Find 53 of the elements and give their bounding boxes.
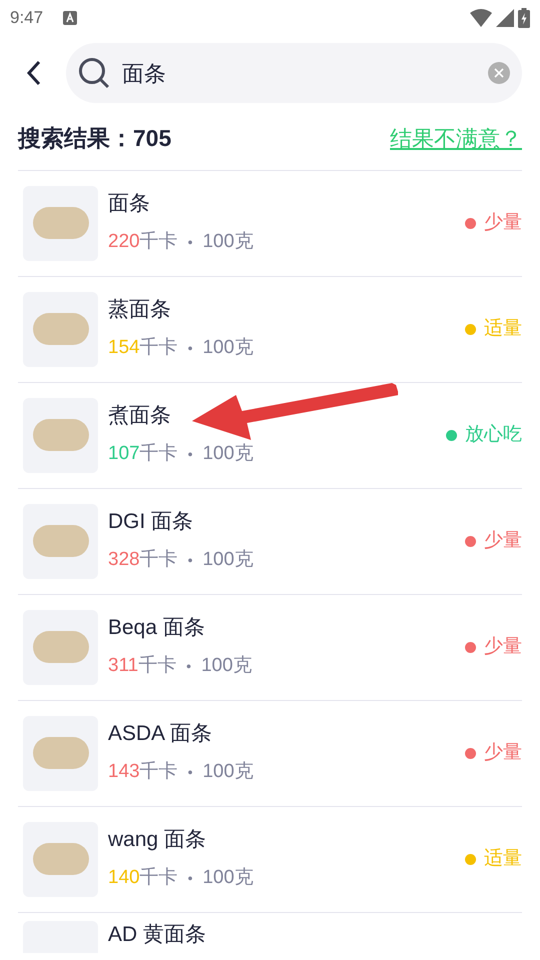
calorie-unit: 千卡 (140, 230, 178, 254)
portion-size: 100克 (202, 230, 254, 254)
calorie-value: 154 (108, 336, 140, 360)
calorie-value: 143 (108, 760, 140, 784)
calorie-value: 140 (108, 866, 140, 890)
portion-size: 100克 (201, 654, 252, 678)
result-count: 搜索结果：705 (18, 124, 172, 153)
calorie-unit: 千卡 (140, 760, 178, 784)
intake-rating: 少量 (484, 528, 522, 553)
food-name: wang 面条 (108, 826, 208, 853)
food-name: AD 黄面条 (108, 922, 208, 948)
intake-rating: 少量 (484, 210, 522, 235)
separator-dot: • (188, 338, 193, 358)
calorie-value: 107 (108, 442, 140, 466)
calorie-value: 220 (108, 230, 140, 254)
separator-dot: • (188, 762, 193, 782)
separator-dot: • (188, 550, 193, 570)
separator-dot: • (188, 444, 193, 464)
signal-icon (496, 9, 514, 27)
food-name: DGI 面条 (108, 508, 194, 535)
wifi-icon (470, 9, 492, 27)
keyboard-icon (63, 11, 78, 25)
intake-rating: 少量 (484, 740, 522, 765)
calorie-unit: 千卡 (138, 654, 176, 678)
separator-dot: • (188, 868, 193, 888)
calorie-value: 311 (108, 654, 138, 678)
portion-size: 100克 (202, 548, 254, 572)
calorie-unit: 千卡 (140, 866, 178, 890)
back-chevron-icon (26, 60, 42, 86)
calorie-unit: 千卡 (140, 548, 178, 572)
separator-dot: • (186, 656, 192, 676)
close-icon (494, 68, 504, 78)
food-name: ASDA 面条 (108, 720, 213, 747)
calorie-value: 328 (108, 548, 140, 572)
food-name: 面条 (108, 190, 151, 217)
portion-size: 100克 (202, 760, 254, 784)
intake-rating: 适量 (484, 316, 522, 341)
portion-size: 100克 (202, 866, 254, 890)
intake-rating: 少量 (484, 634, 522, 659)
status-time: 9:47 (10, 7, 44, 30)
battery-icon (518, 8, 530, 28)
food-name: 煮面条 (108, 402, 172, 429)
food-name: Beqa 面条 (108, 614, 206, 641)
portion-size: 100克 (202, 336, 254, 360)
calorie-unit: 千卡 (140, 336, 178, 360)
calorie-unit: 千卡 (140, 442, 178, 466)
separator-dot: • (188, 232, 193, 252)
intake-rating: 适量 (484, 846, 522, 871)
search-icon (78, 57, 110, 89)
search-field[interactable]: 面条 (66, 43, 522, 103)
intake-rating: 放心吃 (465, 422, 522, 447)
portion-size: 100克 (202, 442, 254, 466)
food-name: 蒸面条 (108, 296, 172, 323)
